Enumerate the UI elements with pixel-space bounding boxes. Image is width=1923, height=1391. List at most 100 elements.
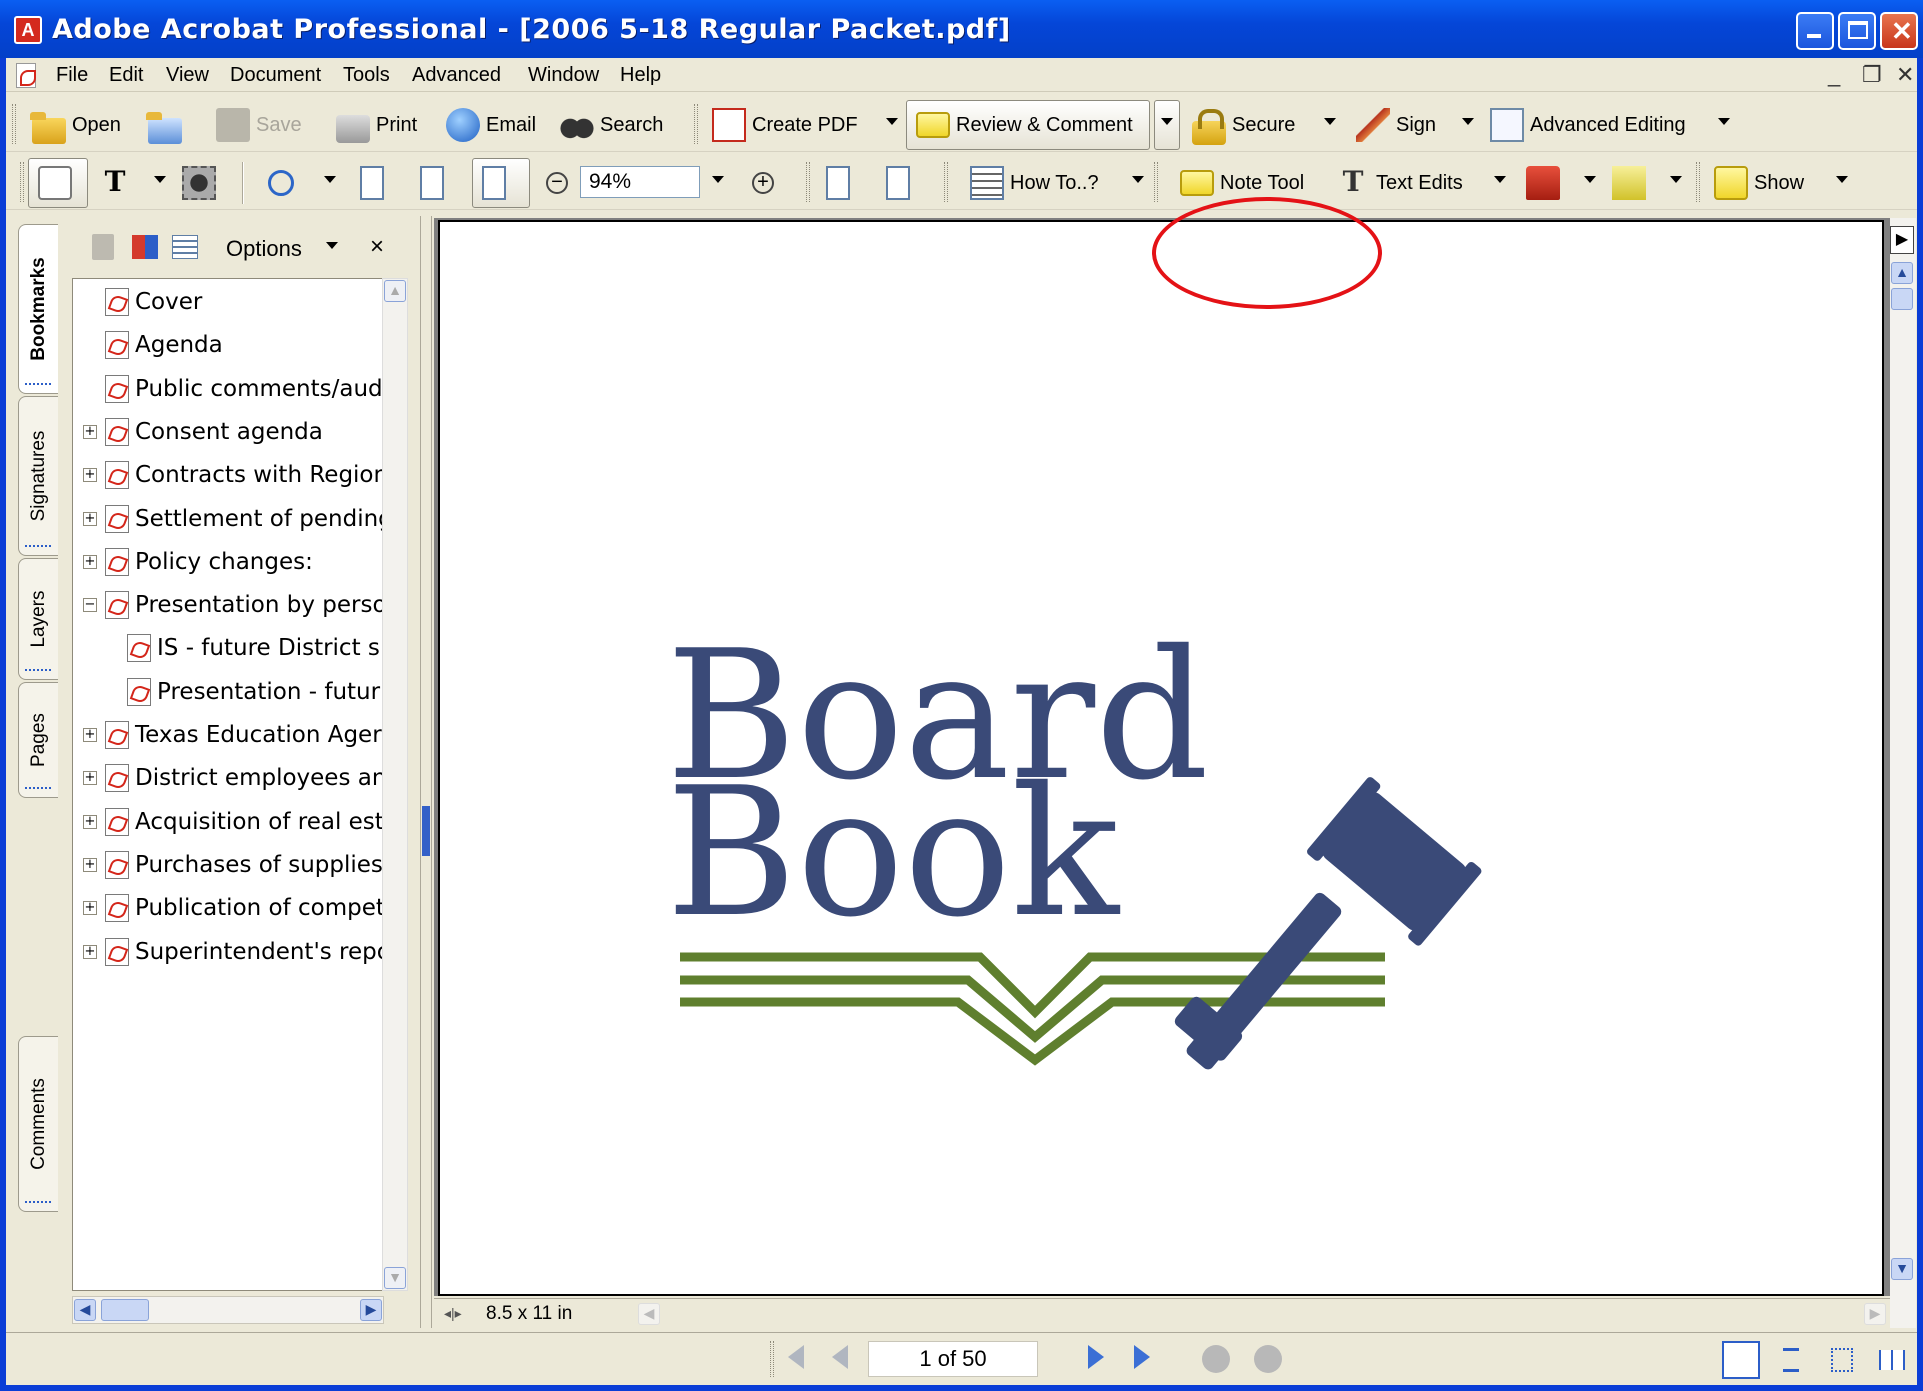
bookmark-item[interactable]: + Publication of compet (83, 891, 385, 925)
options-menu-button[interactable]: Options (226, 228, 302, 270)
bookmark-item[interactable]: + Policy changes: (83, 545, 313, 579)
note-tool-button[interactable]: Note Tool (1180, 162, 1304, 204)
zoom-level-dropdown-icon[interactable] (712, 176, 724, 183)
document-menu-icon[interactable] (16, 63, 36, 88)
facing-view-button[interactable] (1872, 1341, 1910, 1379)
bookmark-item[interactable]: + Settlement of pending (83, 502, 391, 536)
expand-icon[interactable]: + (83, 554, 97, 569)
menu-document[interactable]: Document (230, 64, 321, 87)
expand-icon[interactable]: + (83, 468, 97, 483)
zoom-in-circle-button[interactable]: + (752, 162, 780, 204)
create-pdf-dropdown-icon[interactable] (886, 118, 898, 125)
bookmark-item[interactable]: IS - future District s (127, 631, 380, 665)
acrobat-app-icon[interactable]: A (14, 16, 42, 44)
toolbar-grip[interactable] (20, 162, 24, 202)
expand-icon[interactable]: + (83, 901, 97, 916)
expand-icon[interactable]: + (83, 771, 97, 786)
menu-help[interactable]: Help (620, 64, 661, 87)
sign-dropdown-icon[interactable] (1462, 118, 1474, 125)
previous-page-button[interactable] (832, 1345, 860, 1373)
review-comment-button[interactable]: Review & Comment (916, 104, 1133, 146)
panel-splitter[interactable] (420, 216, 432, 1328)
bookmark-item[interactable]: Public comments/aud (83, 372, 383, 406)
scroll-down-icon[interactable]: ▼ (384, 1267, 406, 1289)
bookmark-item[interactable]: + Purchases of supplies (83, 848, 383, 882)
scroll-left-icon[interactable]: ◀ (638, 1303, 660, 1325)
bookmark-item[interactable]: + District employees an (83, 761, 386, 795)
expand-icon[interactable]: + (83, 944, 97, 959)
page-number-field[interactable]: 1 of 50 (868, 1341, 1038, 1377)
show-button[interactable]: Show (1714, 162, 1804, 204)
create-pdf-button[interactable]: Create PDF (712, 104, 858, 146)
close-button[interactable]: ✕ (1880, 12, 1918, 50)
scroll-left-icon[interactable]: ◀ (74, 1299, 96, 1321)
stamp-dropdown-icon[interactable] (1584, 176, 1596, 183)
scroll-up-icon[interactable]: ▲ (1891, 262, 1913, 284)
print-button[interactable]: Print (336, 104, 417, 146)
sign-button[interactable]: Sign (1356, 104, 1436, 146)
search-button[interactable]: Search (560, 104, 663, 146)
review-comment-dropdown[interactable] (1154, 100, 1180, 150)
bookmarks-vertical-scrollbar[interactable]: ▲ ▼ (382, 278, 408, 1291)
collapse-icon[interactable]: − (83, 598, 97, 613)
advanced-editing-dropdown-icon[interactable] (1718, 118, 1730, 125)
fit-width-button[interactable] (482, 162, 512, 204)
toolbar-grip[interactable] (806, 162, 810, 202)
single-page-view-button[interactable] (1722, 1341, 1760, 1379)
rotate-clockwise-button[interactable] (826, 162, 856, 204)
new-bookmark-button[interactable] (132, 226, 164, 268)
split-handle-icon[interactable]: ◂|▸ (444, 1305, 462, 1322)
rotate-counterclockwise-button[interactable] (886, 162, 916, 204)
zoom-out-button[interactable]: − (546, 162, 574, 204)
minimize-button[interactable] (1796, 12, 1834, 50)
tab-bookmarks[interactable]: Bookmarks (18, 224, 58, 394)
menu-advanced[interactable]: Advanced (412, 64, 501, 87)
continuous-view-button[interactable] (1772, 1341, 1810, 1379)
how-to-dropdown-icon[interactable] (1132, 176, 1144, 183)
highlighter-button[interactable] (1612, 162, 1652, 204)
toolbar-grip[interactable] (694, 104, 698, 144)
continuous-facing-view-button[interactable] (1822, 1341, 1860, 1379)
delete-bookmark-button[interactable] (92, 226, 120, 268)
options-dropdown-icon[interactable] (326, 242, 338, 249)
secure-button[interactable]: Secure (1192, 104, 1295, 146)
stamp-tool-button[interactable] (1526, 162, 1566, 204)
bookmark-item[interactable]: + Texas Education Ager (83, 718, 382, 752)
bookmark-item[interactable]: Cover (83, 285, 202, 319)
close-panel-button[interactable]: × (370, 226, 384, 268)
zoom-level-input[interactable]: 94% (580, 166, 700, 198)
bookmark-item[interactable]: Presentation - futur (127, 675, 380, 709)
next-page-button[interactable] (1088, 1345, 1116, 1373)
secure-dropdown-icon[interactable] (1324, 118, 1336, 125)
snapshot-button[interactable] (182, 162, 222, 204)
expand-icon[interactable]: + (83, 814, 97, 829)
tab-signatures[interactable]: Signatures (18, 396, 58, 556)
tab-pages[interactable]: Pages (18, 682, 58, 798)
highlighter-dropdown-icon[interactable] (1670, 176, 1682, 183)
document-vertical-scrollbar[interactable]: ▶ ▲ ▼ (1890, 218, 1916, 1328)
text-edits-button[interactable]: T Text Edits (1336, 162, 1463, 204)
bookmark-item[interactable]: + Contracts with Region (83, 458, 388, 492)
expand-icon[interactable]: + (83, 728, 97, 742)
open-button[interactable]: Open (30, 104, 121, 146)
bookmark-item[interactable]: Agenda (83, 328, 223, 362)
toolbar-grip[interactable] (1154, 162, 1158, 202)
next-view-button[interactable] (1254, 1345, 1282, 1373)
menu-file[interactable]: File (56, 64, 88, 87)
organizer-button[interactable] (146, 104, 188, 146)
first-page-button[interactable] (788, 1345, 816, 1373)
scroll-right-icon[interactable]: ▶ (360, 1299, 382, 1321)
actual-size-button[interactable] (360, 162, 390, 204)
title-bar[interactable]: A Adobe Acrobat Professional - [2006 5-1… (0, 0, 1923, 58)
scroll-up-icon[interactable]: ▲ (384, 280, 406, 302)
doc-close-icon[interactable]: ✕ (1896, 62, 1914, 88)
how-to-button[interactable]: How To..? (970, 162, 1099, 204)
vertical-scroll-thumb[interactable] (1891, 288, 1913, 310)
pdf-page[interactable]: Board Book (438, 220, 1884, 1296)
document-view[interactable]: Board Book (434, 218, 1890, 1296)
hand-tool-button[interactable] (38, 162, 78, 204)
last-page-button[interactable] (1134, 1345, 1162, 1373)
save-button[interactable]: Save (216, 104, 302, 146)
menu-window[interactable]: Window (528, 64, 599, 87)
select-text-button[interactable]: T (98, 162, 138, 204)
